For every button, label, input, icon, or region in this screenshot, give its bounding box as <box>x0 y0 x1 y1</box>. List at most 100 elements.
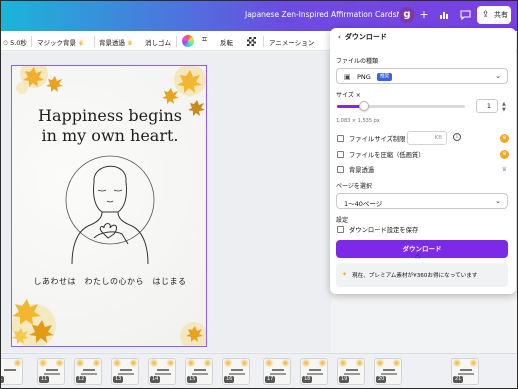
premium-promo: ✦ 現在、プレミアム素材が¥360お得になっています <box>336 263 508 287</box>
headline-line-1: Happiness begins <box>38 106 182 125</box>
file-type-select[interactable]: ▣ PNG 推奨 ⌄ <box>336 68 508 84</box>
magic-background-button[interactable]: マジック背景 ♛ <box>37 37 84 47</box>
page-thumbnail[interactable]: 18 <box>300 358 328 385</box>
page-number: 11 <box>39 376 50 383</box>
transparent-bg-label: 背景透過 <box>349 167 375 174</box>
duration-label: 5.0秒 <box>10 39 27 47</box>
maple-leaves-bottom-left <box>12 299 56 346</box>
pages-select[interactable]: 1〜40ページ ⌄ <box>336 193 508 209</box>
design-page[interactable]: Happiness begins in my own heart. しあわせは … <box>11 65 207 347</box>
woman-line-illustration[interactable] <box>58 152 162 264</box>
chevron-down-icon: ⌄ <box>495 197 501 205</box>
animation-label: アニメーション <box>269 39 315 47</box>
pages-value: 1〜40ページ <box>344 200 383 208</box>
top-bar: Japanese Zen-Inspired Affirmation Cards№… <box>1 1 517 31</box>
download-button[interactable]: ダウンロード <box>336 240 508 258</box>
magic-bg-label: マジック背景 <box>37 39 76 47</box>
info-icon[interactable]: i <box>453 133 461 141</box>
hand-cursor-icon: ☝ <box>415 252 421 262</box>
divider <box>94 36 95 47</box>
clock-icon: ⏲ <box>3 39 9 47</box>
page-thumbnail[interactable]: 14 <box>148 358 176 385</box>
page-thumbnail[interactable]: 16 <box>222 358 250 385</box>
chevron-left-icon[interactable]: ‹ <box>338 33 341 41</box>
flip-button[interactable]: 反転 <box>220 37 233 47</box>
comment-icon[interactable] <box>457 6 473 24</box>
page-thumbnail[interactable]: 11 <box>37 358 65 385</box>
page-number: 16 <box>224 376 235 383</box>
divider <box>263 36 264 47</box>
compress-label: ファイルを圧縮（低画質） <box>349 152 425 159</box>
share-button[interactable]: ⇪ 共有 <box>477 6 511 24</box>
kb-input[interactable]: KB <box>407 131 447 145</box>
eraser-button[interactable]: 消しゴム <box>145 37 171 47</box>
page-thumbnail[interactable]: 21 <box>451 358 479 385</box>
transparency-icon[interactable] <box>247 37 256 46</box>
sparkle-icon: ✦ <box>342 271 348 278</box>
promo-text: 現在、プレミアム素材が¥360お得になっています <box>352 273 478 279</box>
panel-header[interactable]: ‹ ダウンロード <box>338 32 387 42</box>
size-input[interactable]: 1 <box>476 99 498 113</box>
recommended-badge: 推奨 <box>377 73 392 81</box>
compress-checkbox[interactable] <box>337 151 344 158</box>
premium-crown-icon: ♛ <box>500 134 509 143</box>
headline[interactable]: Happiness begins in my own heart. <box>12 106 206 146</box>
page-thumbnail[interactable]: 20 <box>374 358 402 385</box>
transparent-bg-checkbox[interactable] <box>337 166 344 173</box>
crown-icon: ♛ <box>127 39 133 47</box>
analytics-icon[interactable] <box>436 6 452 24</box>
bg-remove-label: 背景透過 <box>99 39 125 47</box>
panel-title: ダウンロード <box>344 33 387 41</box>
document-title[interactable]: Japanese Zen-Inspired Affirmation Cards№… <box>245 10 414 19</box>
page-number: 19 <box>339 376 350 383</box>
limit-filesize-label: ファイルサイズ制限 <box>349 136 406 143</box>
share-icon: ⇪ <box>482 10 490 20</box>
background-remove-button[interactable]: 背景透過 ♛ <box>99 37 133 47</box>
page-thumbnail[interactable]: 13 <box>111 358 139 385</box>
color-adjust-icon[interactable] <box>182 35 194 47</box>
page-number: 20 <box>376 376 387 383</box>
app-window: Japanese Zen-Inspired Affirmation Cards№… <box>0 0 518 389</box>
crown-icon: ♛ <box>78 39 84 47</box>
page-thumbnail-strip: 1 11 12 13 14 15 16 17 18 19 20 21 <box>1 353 517 388</box>
chevron-down-icon: ⌄ <box>495 72 501 80</box>
premium-crown-icon: ♛ <box>500 150 509 159</box>
page-number: 1 <box>1 376 5 383</box>
flip-label: 反転 <box>220 39 233 47</box>
page-number: 21 <box>453 376 464 383</box>
premium-crown-icon: ♛ <box>501 166 508 173</box>
page-thumbnail[interactable]: 12 <box>74 358 102 385</box>
page-number: 12 <box>76 376 87 383</box>
left-edge <box>1 52 8 352</box>
avatar[interactable]: g <box>399 7 415 23</box>
pixel-dimensions: 1,083 × 1,535 px <box>336 118 380 124</box>
limit-filesize-checkbox[interactable] <box>337 135 344 142</box>
page-thumbnail[interactable]: 15 <box>185 358 213 385</box>
pages-label: ページを選択 <box>336 183 372 190</box>
page-number: 17 <box>265 376 276 383</box>
file-type-value: PNG <box>357 73 371 81</box>
headline-line-2: in my own heart. <box>41 126 179 145</box>
duration-button[interactable]: ⏲ 5.0秒 <box>3 37 27 48</box>
page-thumbnail[interactable]: 19 <box>337 358 365 385</box>
eraser-label: 消しゴム <box>145 39 171 47</box>
size-slider-thumb[interactable] <box>359 101 369 111</box>
settings-label: 設定 <box>336 217 349 224</box>
size-slider[interactable] <box>337 105 465 108</box>
crop-icon[interactable]: ⌗ <box>202 35 207 45</box>
size-label: サイズ × <box>336 92 361 99</box>
share-label: 共有 <box>494 11 508 19</box>
save-settings-label: ダウンロード設定を保存 <box>349 227 419 234</box>
stepper-arrows-icon[interactable]: ▲ ▼ <box>502 101 506 113</box>
add-icon[interactable]: + <box>416 6 432 24</box>
page-number: 18 <box>302 376 313 383</box>
page-thumbnail[interactable]: 17 <box>263 358 291 385</box>
page-number: 14 <box>150 376 161 383</box>
save-settings-checkbox[interactable] <box>337 226 344 233</box>
animation-button[interactable]: アニメーション <box>269 37 314 47</box>
image-icon: ▣ <box>344 73 351 81</box>
maple-leaves-bottom-right <box>180 322 206 346</box>
divider <box>31 36 32 47</box>
divider <box>176 36 177 47</box>
page-thumbnail[interactable]: 1 <box>1 358 23 385</box>
